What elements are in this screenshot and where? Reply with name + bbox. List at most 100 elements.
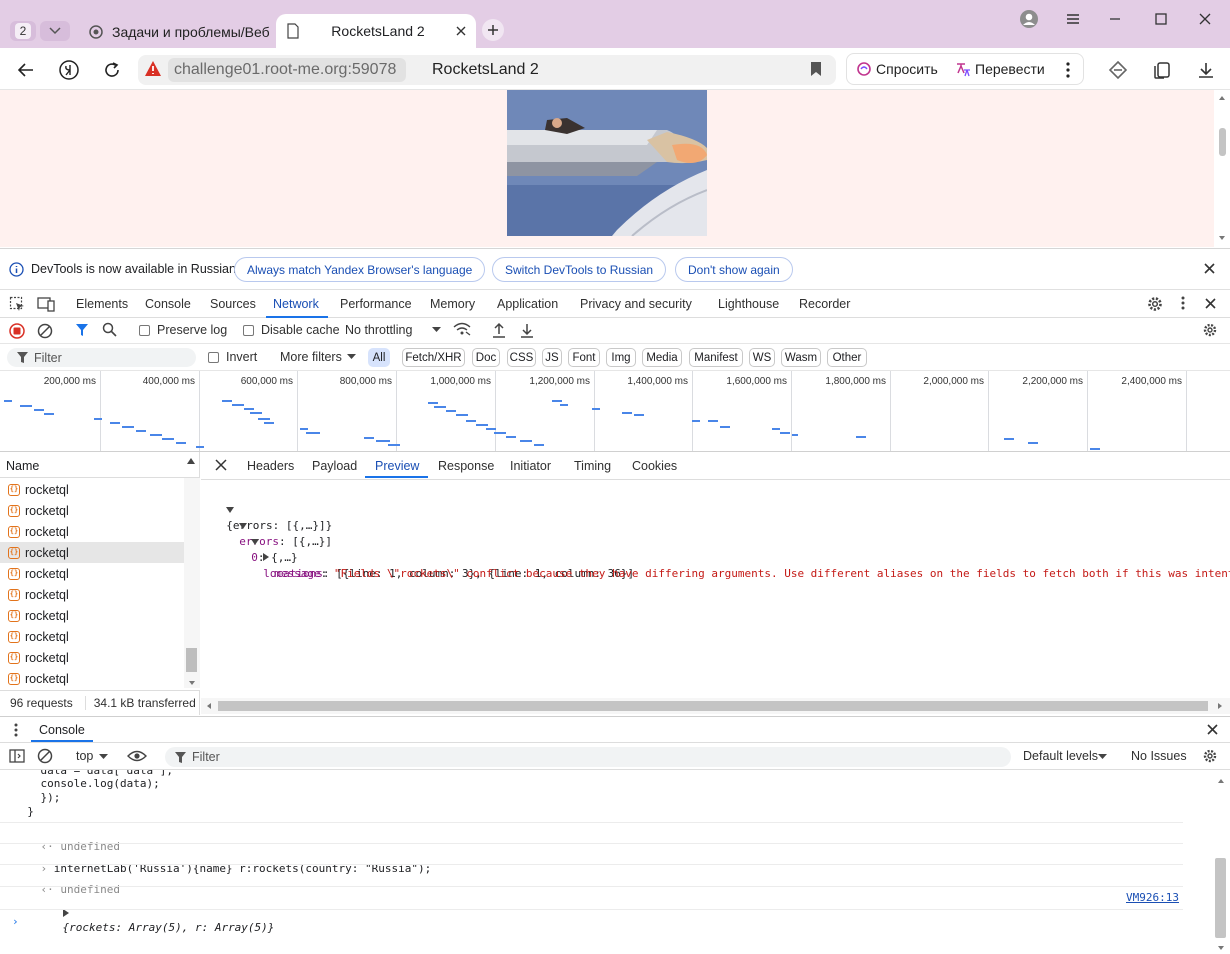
devtools-menu-icon[interactable] [1181, 296, 1185, 310]
more-actions-button[interactable] [1054, 56, 1082, 84]
tab-recorder[interactable]: Recorder [799, 297, 850, 313]
network-conditions-icon[interactable] [453, 322, 471, 336]
tab-performance[interactable]: Performance [340, 297, 412, 313]
request-row[interactable]: {} rocketql [0, 647, 184, 668]
request-row[interactable]: {} rocketql [0, 626, 184, 647]
insecure-warning-icon[interactable] [144, 60, 162, 78]
tab-tasks[interactable]: Задачи и проблемы/Веб [80, 16, 270, 48]
close-window-button[interactable] [1190, 8, 1220, 30]
settings-gear-icon[interactable] [1146, 295, 1164, 313]
request-row[interactable]: {} rocketql [0, 584, 184, 605]
tab-application[interactable]: Application [497, 297, 558, 313]
more-filters-dropdown[interactable]: More filters [280, 350, 342, 364]
yandex-button[interactable] [55, 56, 83, 84]
tab-timing[interactable]: Timing [574, 459, 611, 473]
tab-sources[interactable]: Sources [210, 297, 256, 313]
tab-network[interactable]: Network [273, 297, 319, 313]
record-stop-icon[interactable] [9, 323, 25, 339]
request-row[interactable]: {} rocketql [0, 500, 184, 521]
close-drawer-icon[interactable] [1207, 724, 1218, 735]
type-filter-ws[interactable]: WS [749, 348, 775, 367]
tab-privacy-security[interactable]: Privacy and security [580, 297, 692, 313]
inspect-element-icon[interactable] [9, 296, 25, 312]
tab-initiator[interactable]: Initiator [510, 459, 551, 473]
console-filter-input[interactable]: Filter [165, 747, 1011, 767]
tab-rocketsland[interactable]: RocketsLand 2 [276, 14, 476, 48]
console-prompt[interactable]: › [12, 915, 19, 929]
request-row[interactable]: {} rocketql [0, 605, 184, 626]
translate-button[interactable]: Перевести [955, 58, 1045, 80]
clear-icon[interactable] [37, 323, 53, 339]
export-har-icon[interactable] [520, 322, 534, 338]
console-log-object[interactable]: {rockets: Array(5), r: Array(5)} [36, 893, 274, 949]
back-button[interactable] [12, 56, 40, 84]
type-filter-media[interactable]: Media [642, 348, 682, 367]
close-tab-icon[interactable] [456, 26, 466, 36]
maximize-button[interactable] [1146, 8, 1176, 30]
type-filter-doc[interactable]: Doc [472, 348, 500, 367]
bookmark-icon[interactable] [810, 61, 822, 77]
always-match-language-button[interactable]: Always match Yandex Browser's language [234, 257, 486, 282]
tab-lighthouse[interactable]: Lighthouse [718, 297, 779, 313]
extensions-button[interactable] [1104, 56, 1132, 84]
request-row[interactable]: {} rocketql [0, 521, 184, 542]
log-levels-dropdown[interactable]: Default levels [1023, 749, 1098, 763]
type-filter-img[interactable]: Img [606, 348, 636, 367]
device-toolbar-icon[interactable] [37, 296, 55, 312]
tab-cookies[interactable]: Cookies [632, 459, 677, 473]
throttling-select[interactable]: No throttling [345, 323, 412, 337]
request-list-scrollbar[interactable] [184, 478, 200, 688]
type-filter-fetch-xhr[interactable]: Fetch/XHR [402, 348, 465, 367]
downloads-button[interactable] [1192, 56, 1220, 84]
context-selector[interactable]: top [76, 749, 93, 763]
type-filter-wasm[interactable]: Wasm [781, 348, 821, 367]
source-link[interactable]: VM926:13 [1126, 891, 1179, 905]
drawer-tab-console[interactable]: Console [39, 723, 85, 737]
ask-button[interactable]: Спросить [856, 58, 938, 80]
issues-counter[interactable]: No Issues [1131, 749, 1187, 763]
type-filter-manifest[interactable]: Manifest [689, 348, 743, 367]
switch-to-russian-button[interactable]: Switch DevTools to Russian [492, 257, 667, 282]
live-expression-eye-icon[interactable] [127, 750, 147, 762]
request-row[interactable]: {} rocketql [0, 668, 184, 689]
preserve-log-checkbox[interactable] [139, 325, 150, 336]
type-filter-js[interactable]: JS [542, 348, 562, 367]
invert-checkbox[interactable] [208, 352, 219, 363]
menu-button[interactable] [1058, 8, 1088, 30]
import-har-icon[interactable] [492, 322, 506, 338]
tab-memory[interactable]: Memory [430, 297, 475, 313]
close-banner-icon[interactable] [1204, 263, 1215, 274]
network-filter-input[interactable]: Filter [7, 348, 196, 367]
preview-horizontal-scrollbar[interactable] [201, 698, 1230, 714]
clear-console-icon[interactable] [37, 748, 53, 764]
tab-count-button[interactable]: 2 [10, 21, 36, 41]
type-filter-css[interactable]: CSS [507, 348, 536, 367]
minimize-button[interactable] [1100, 8, 1130, 30]
url-host[interactable]: challenge01.root-me.org:59078 [168, 58, 406, 82]
filter-funnel-icon[interactable] [75, 323, 89, 337]
request-row[interactable]: {} rocketql [0, 563, 184, 584]
reload-button[interactable] [98, 56, 126, 84]
tab-response[interactable]: Response [438, 459, 494, 473]
tab-elements[interactable]: Elements [76, 297, 128, 313]
name-column-header[interactable]: Name [6, 459, 39, 473]
network-settings-icon[interactable] [1202, 322, 1218, 338]
console-settings-icon[interactable] [1202, 748, 1218, 764]
sidebar-toggle-icon[interactable] [9, 749, 25, 763]
tab-preview[interactable]: Preview [375, 459, 419, 473]
tab-list-dropdown[interactable] [40, 21, 70, 41]
close-devtools-icon[interactable] [1205, 298, 1216, 309]
close-details-icon[interactable] [215, 459, 227, 471]
console-scrollbar[interactable] [1212, 770, 1230, 954]
type-filter-font[interactable]: Font [568, 348, 600, 367]
tab-headers[interactable]: Headers [247, 459, 294, 473]
collections-button[interactable] [1148, 56, 1176, 84]
new-tab-button[interactable] [482, 19, 504, 41]
type-filter-other[interactable]: Other [827, 348, 867, 367]
request-row[interactable]: {} rocketql [0, 542, 184, 563]
page-scrollbar[interactable] [1214, 90, 1230, 247]
disable-cache-checkbox[interactable] [243, 325, 254, 336]
search-icon[interactable] [102, 322, 117, 337]
profile-button[interactable] [1014, 8, 1044, 30]
tab-console[interactable]: Console [145, 297, 191, 313]
